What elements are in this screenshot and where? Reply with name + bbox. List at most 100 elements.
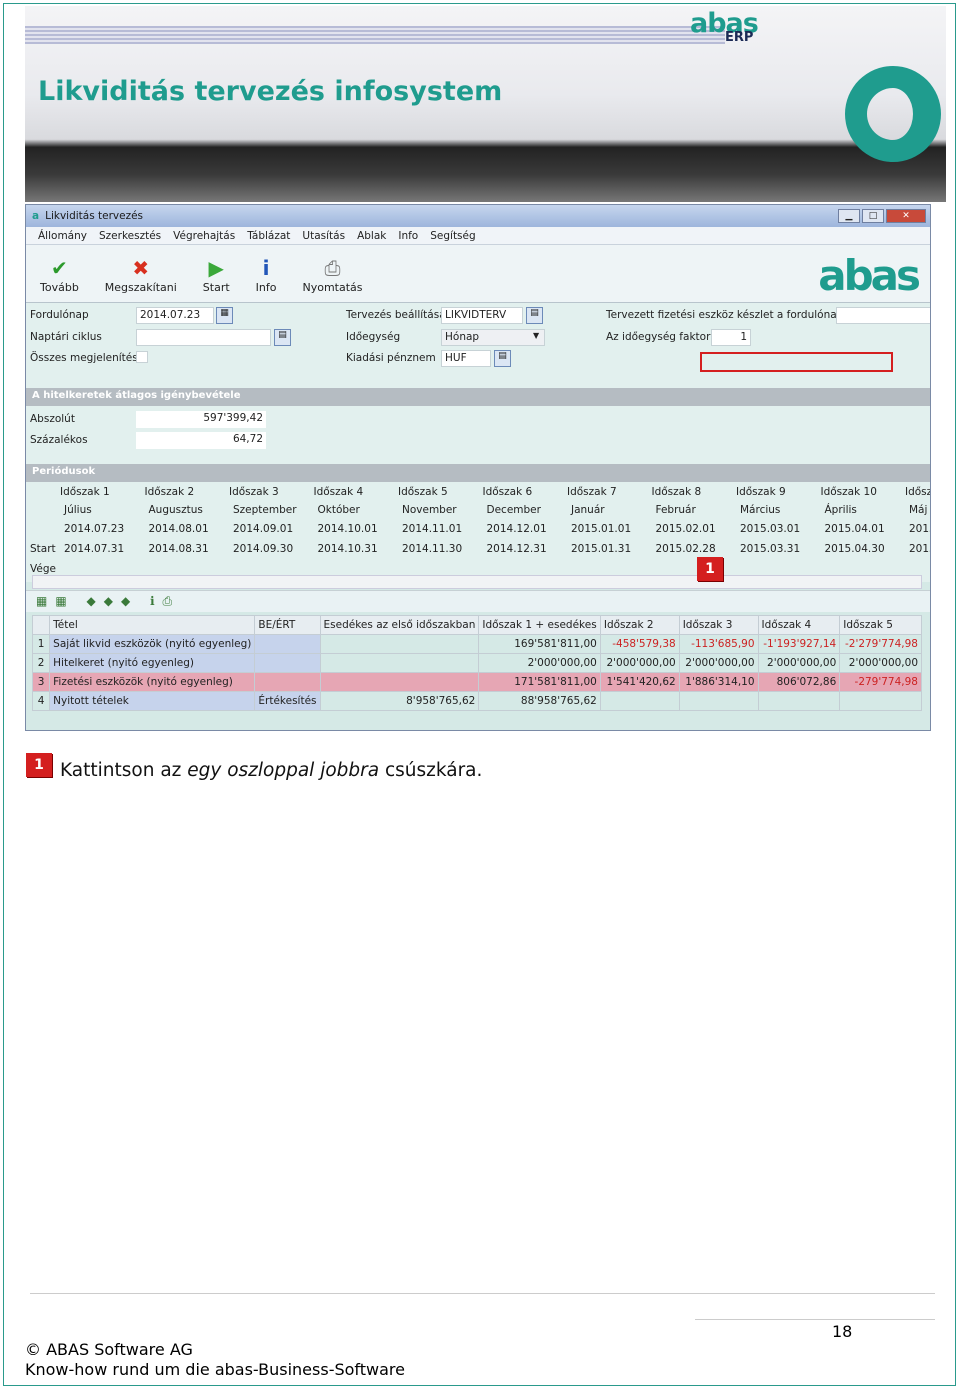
table-row[interactable]: 2 Hitelkeret (nyitó egyenleg) 2'000'000,00…	[31, 653, 922, 673]
page-title: Likviditás tervezés infosystem	[38, 76, 503, 107]
instruction-text: Kattintson az egy oszloppal jobbra csúsz…	[60, 760, 482, 781]
menu-item[interactable]: Végrehajtás	[173, 230, 235, 242]
period-cell: Időszak 7	[567, 486, 617, 498]
period-cell: 2015	[909, 543, 930, 555]
table-cell[interactable]: Nyitott tételek	[49, 691, 256, 711]
table-cell[interactable]: -279'774,98	[839, 672, 922, 692]
table-cell[interactable]	[599, 691, 680, 711]
table-row[interactable]: 3 Fizetési eszközök (nyitó egyenleg) 171'5…	[31, 672, 922, 692]
start-label: Start	[202, 281, 230, 294]
table-cell[interactable]: 8'958'765,62	[319, 691, 480, 711]
column-header[interactable]: Időszak 1 + esedékes	[478, 615, 601, 635]
osszes-checkbox[interactable]	[136, 351, 148, 363]
maximize-button[interactable]: □	[862, 209, 884, 223]
tervezes-field[interactable]: LIKVIDTERV	[441, 307, 523, 324]
table-cell[interactable]	[319, 634, 480, 654]
table-cell[interactable]: 2'000'000,00	[478, 653, 601, 673]
column-header[interactable]	[31, 615, 51, 635]
table-cell[interactable]: Hitelkeret (nyitó egyenleg)	[49, 653, 256, 673]
table-cell[interactable]	[254, 653, 321, 673]
menu-item[interactable]: Szerkesztés	[99, 230, 161, 242]
minimize-button[interactable]: ▁	[838, 209, 860, 223]
column-header[interactable]: Tétel	[49, 615, 256, 635]
megszakitani-button[interactable]: ✖ Megszakítani	[105, 257, 177, 294]
penznem-field[interactable]: HUF	[441, 350, 491, 367]
menu-item[interactable]: Táblázat	[247, 230, 290, 242]
menu-bar: Állomány Szerkesztés Végrehajtás Táblázat Ut…	[26, 227, 930, 245]
table-cell[interactable]: 2	[31, 653, 51, 673]
table-cell[interactable]	[254, 672, 321, 692]
close-button[interactable]: ✕	[886, 209, 926, 223]
column-header[interactable]: Esedékes az első időszakban	[319, 615, 480, 635]
app-icon: a	[32, 210, 40, 222]
menu-item[interactable]: Segítség	[430, 230, 475, 242]
table-cell[interactable]: 171'581'811,00	[478, 672, 601, 692]
idoegyseg-select[interactable]: Hónap	[441, 329, 545, 346]
table-cell[interactable]: -1'193'927,14	[757, 634, 841, 654]
table-tools-icon[interactable]: ▦▦ ◆◆◆ ℹ⎙	[36, 594, 180, 609]
fordulonap-label: Fordulónap	[30, 309, 89, 321]
table-cell[interactable]: 1'541'420,62	[599, 672, 680, 692]
table-cell[interactable]: 3	[31, 672, 51, 692]
table-cell[interactable]: -458'579,38	[599, 634, 680, 654]
start-row-label: Start	[30, 543, 56, 555]
table-cell[interactable]: 1'886'314,10	[678, 672, 759, 692]
faktor-field[interactable]: 1	[711, 329, 751, 346]
tovabb-button[interactable]: ✔ Tovább	[40, 257, 79, 294]
table-cell[interactable]: 2'000'000,00	[678, 653, 759, 673]
tervezes-lookup-button[interactable]: ▤	[526, 307, 543, 324]
menu-item[interactable]: Utasítás	[302, 230, 345, 242]
table-cell[interactable]: 88'958'765,62	[478, 691, 601, 711]
table-cell[interactable]	[678, 691, 759, 711]
table-cell[interactable]: 4	[31, 691, 51, 711]
period-cell: Október	[317, 504, 360, 516]
periods-panel: Start Vége Időszak 1 Időszak 2 Időszak 3 Id…	[26, 482, 930, 589]
scroll-right-highlight[interactable]	[700, 352, 893, 372]
banner-stripe	[25, 26, 725, 44]
period-cell: 2014.10.31	[317, 543, 378, 555]
penznem-lookup-button[interactable]: ▤	[494, 350, 511, 367]
column-header[interactable]: BE/ÉRT	[254, 615, 321, 635]
calendar-button[interactable]: ▦	[216, 307, 233, 324]
menu-item[interactable]: Info	[398, 230, 418, 242]
table-row[interactable]: 4 Nyitott tételek Értékesítés 8'958'765,62 8…	[31, 691, 922, 711]
table-cell[interactable]	[254, 634, 321, 654]
naptari-lookup-button[interactable]: ▤	[274, 329, 291, 346]
table-cell[interactable]: -2'279'774,98	[839, 634, 922, 654]
table-cell[interactable]: 2'000'000,00	[757, 653, 841, 673]
period-cell: Szeptember	[233, 504, 297, 516]
table-cell[interactable]	[319, 653, 480, 673]
table-cell[interactable]: 169'581'811,00	[478, 634, 601, 654]
penznem-label: Kiadási pénznem	[346, 352, 436, 364]
table-cell[interactable]: 2'000'000,00	[839, 653, 922, 673]
period-cell: Április	[824, 504, 857, 516]
period-cell: Időszak 6	[482, 486, 533, 498]
table-row[interactable]: 1 Saját likvid eszközök (nyitó egyenleg) 1…	[31, 634, 922, 654]
info-button[interactable]: i Info	[256, 257, 277, 294]
menu-item[interactable]: Ablak	[357, 230, 386, 242]
keszlet-field[interactable]	[836, 307, 930, 324]
table-cell[interactable]	[319, 672, 480, 692]
period-cell: Máj	[909, 504, 928, 516]
naptari-field[interactable]	[136, 329, 271, 346]
start-button[interactable]: ▶ Start	[203, 257, 230, 294]
column-header[interactable]: Időszak 5	[839, 615, 922, 635]
periods-scrollbar[interactable]	[32, 575, 922, 589]
table-cell[interactable]	[839, 691, 922, 711]
period-cell: Március	[740, 504, 781, 516]
column-header[interactable]: Időszak 2	[599, 615, 680, 635]
column-header[interactable]: Időszak 4	[757, 615, 841, 635]
table-cell[interactable]	[757, 691, 841, 711]
table-cell[interactable]: -113'685,90	[678, 634, 759, 654]
table-cell[interactable]: 806'072,86	[757, 672, 841, 692]
table-cell[interactable]: Értékesítés	[254, 691, 321, 711]
table-cell[interactable]: Fizetési eszközök (nyitó egyenleg)	[49, 672, 256, 692]
nyomtatas-button[interactable]: ⎙ Nyomtatás	[303, 257, 363, 294]
menu-item[interactable]: Állomány	[38, 230, 87, 242]
table-cell[interactable]: 2'000'000,00	[599, 653, 680, 673]
table-cell[interactable]: Saját likvid eszközök (nyitó egyenleg)	[49, 634, 256, 654]
table-cell[interactable]: 1	[31, 634, 51, 654]
fordulonap-field[interactable]: 2014.07.23	[136, 307, 214, 324]
column-header[interactable]: Időszak 3	[678, 615, 759, 635]
abszolut-value: 597'399,42	[136, 411, 266, 428]
